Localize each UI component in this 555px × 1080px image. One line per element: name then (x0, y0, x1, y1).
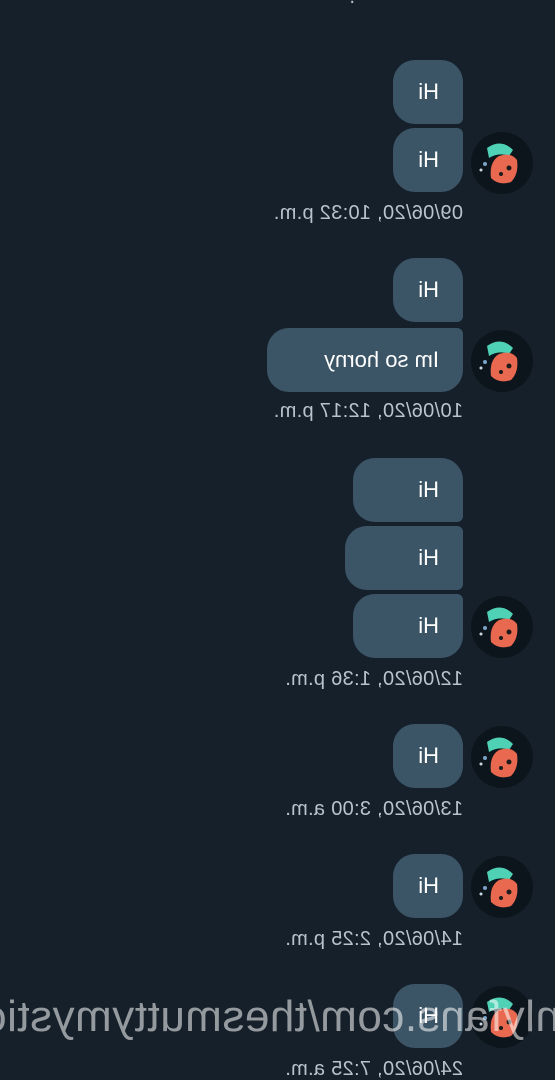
cartoon-face-avatar-icon (471, 596, 533, 658)
avatar[interactable] (471, 726, 533, 788)
watermark-text: onlyfans.com/thesmuttymysticc (0, 992, 555, 1041)
timestamp: 24/06/20, 7:25 a.m. (284, 1058, 463, 1080)
cartoon-face-avatar-icon (471, 726, 533, 788)
avatar[interactable] (471, 330, 533, 392)
message-bubble[interactable]: Hi (345, 526, 463, 590)
message-bubble[interactable]: Hi (353, 458, 463, 522)
cartoon-face-avatar-icon (471, 132, 533, 194)
timestamp: 10/06/20, 12:17 p.m. (273, 400, 463, 422)
timestamp: 12/06/20, 1:36 p.m. (284, 668, 463, 690)
message-bubble[interactable]: Hi (393, 60, 463, 124)
timestamp: 13/06/20, 3:00 a.m. (284, 798, 463, 820)
top-fragment: . · (337, 0, 355, 9)
avatar[interactable] (471, 856, 533, 918)
timestamp: 14/06/20, 2:25 p.m. (284, 928, 463, 950)
message-bubble[interactable]: Hi (353, 594, 463, 658)
avatar[interactable] (471, 132, 533, 194)
message-bubble[interactable]: Hi (393, 854, 463, 918)
timestamp: 09/06/20, 10:32 p.m. (273, 202, 463, 224)
message-bubble[interactable]: Hi (393, 724, 463, 788)
chat-screen: . · Hi Hi 09/06/20, 10:32 p.m. Hi Im so … (0, 0, 555, 1080)
avatar[interactable] (471, 596, 533, 658)
cartoon-face-avatar-icon (471, 330, 533, 392)
message-bubble[interactable]: Hi (393, 128, 463, 192)
message-bubble[interactable]: Im so horny (267, 328, 463, 392)
message-bubble[interactable]: Hi (393, 258, 463, 322)
cartoon-face-avatar-icon (471, 856, 533, 918)
